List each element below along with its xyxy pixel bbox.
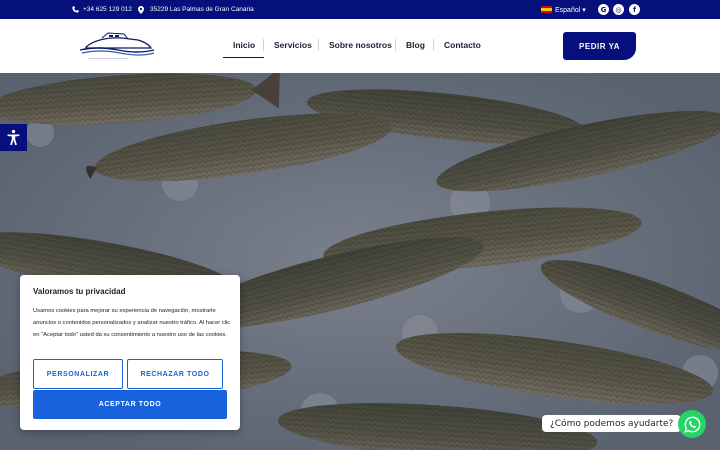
nav-divider	[433, 39, 434, 51]
reject-all-button[interactable]: RECHAZAR TODO	[127, 359, 223, 389]
nav-divider	[395, 39, 396, 51]
phone-text: +34 625 129 012	[83, 6, 132, 13]
whatsapp-help-label[interactable]: ¿Cómo podemos ayudarte?	[542, 415, 682, 432]
phone-link[interactable]: +34 625 129 012	[72, 0, 132, 19]
site-header: ~~~~~~~~~~~~~~~~~~~ Inicio Servicios Sob…	[0, 19, 720, 73]
phone-icon	[72, 6, 79, 13]
top-bar: +34 625 129 012 35229 Las Palmas de Gran…	[0, 0, 720, 19]
cookie-consent-dialog: Valoramos tu privacidad Usamos cookies p…	[20, 275, 240, 430]
accessibility-icon	[7, 129, 20, 146]
location-pin-icon	[138, 5, 144, 14]
cookie-description: Usamos cookies para mejorar su experienc…	[33, 308, 231, 338]
nav-sobre-nosotros[interactable]: Sobre nosotros	[329, 40, 392, 50]
nav-servicios[interactable]: Servicios	[274, 40, 312, 50]
accept-all-button[interactable]: ACEPTAR TODO	[33, 390, 227, 419]
nav-inicio[interactable]: Inicio	[233, 40, 255, 50]
nav-divider	[318, 39, 319, 51]
address-link[interactable]: 35229 Las Palmas de Gran Canaria	[138, 0, 254, 19]
google-icon[interactable]: G	[598, 4, 609, 15]
instagram-icon[interactable]: ◎	[613, 4, 624, 15]
customize-button[interactable]: PERSONALIZAR	[33, 359, 123, 389]
active-nav-underline	[223, 57, 264, 58]
nav-divider	[263, 39, 264, 51]
language-selector[interactable]: Español ▾	[541, 0, 586, 19]
nav-contacto[interactable]: Contacto	[444, 40, 481, 50]
whatsapp-icon	[683, 416, 700, 433]
language-label: Español ▾	[555, 6, 586, 14]
cookie-title: Valoramos tu privacidad	[33, 287, 126, 296]
nav-blog[interactable]: Blog	[406, 40, 425, 50]
order-now-button[interactable]: PEDIR YA	[563, 32, 636, 60]
spain-flag-icon	[541, 6, 552, 13]
svg-text:~~~~~~~~~~~~~~~~~~~: ~~~~~~~~~~~~~~~~~~~	[88, 57, 128, 61]
accessibility-button[interactable]	[0, 124, 27, 151]
facebook-icon[interactable]: f	[629, 4, 640, 15]
whatsapp-button[interactable]	[678, 410, 706, 438]
address-text: 35229 Las Palmas de Gran Canaria	[150, 6, 254, 13]
company-logo[interactable]: ~~~~~~~~~~~~~~~~~~~	[78, 29, 156, 63]
